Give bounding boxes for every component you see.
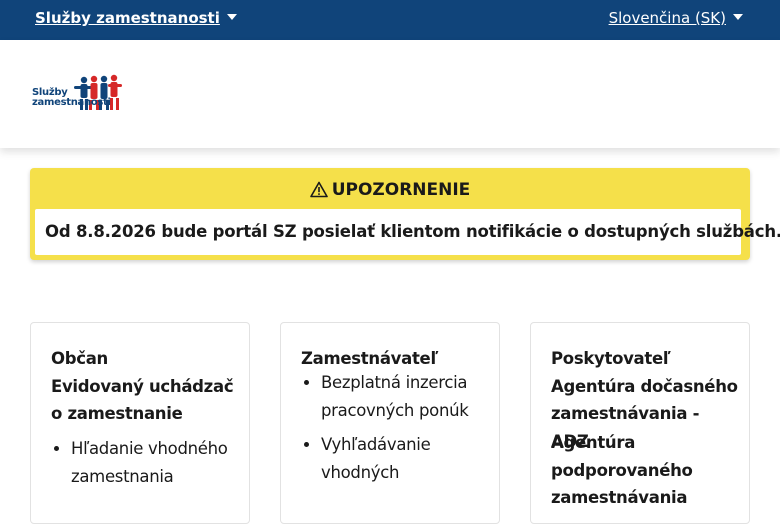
site-logo[interactable]: Služby zamestnanosti: [32, 74, 124, 112]
card-zamestnavatel[interactable]: Zamestnávateľ Bezplatná inzercia pracovn…: [280, 322, 500, 524]
list-item[interactable]: Vyhľadávanie vhodných: [321, 431, 501, 487]
warning-triangle-icon: [309, 181, 328, 198]
card-title-line: Poskytovateľ: [551, 349, 671, 368]
language-dropdown[interactable]: Slovenčina (SK): [609, 9, 743, 27]
chevron-down-icon: [733, 13, 743, 20]
warning-alert: UPOZORNENIE Od 8.8.2026 bude portál SZ p…: [30, 168, 780, 260]
site-header: Služby zamestnanosti: [0, 40, 780, 148]
site-menu-label: Služby zamestnanosti: [35, 9, 220, 27]
list-item[interactable]: Hľadanie vhodného zamestnania: [71, 435, 251, 491]
card-obcan[interactable]: Občan Evidovaný uchádzač o zamestnanie H…: [30, 322, 250, 524]
card-title-line: Evidovaný uchádzač o zamestnanie: [51, 376, 234, 424]
card-title[interactable]: Občan Evidovaný uchádzač o zamestnanie: [51, 345, 241, 428]
logo-text: Služby zamestnanosti: [32, 88, 111, 108]
alert-message-box: Od 8.8.2026 bude portál SZ posielať klie…: [35, 209, 780, 255]
card-list: Hľadanie vhodného zamestnania: [51, 435, 251, 497]
alert-title: UPOZORNENIE: [30, 180, 750, 200]
card-list: Bezplatná inzercia pracovných ponúk Vyhľ…: [301, 369, 501, 493]
chevron-down-icon: [226, 13, 237, 20]
alert-message: Od 8.8.2026 bude portál SZ posielať klie…: [45, 222, 780, 241]
logo-text-line2: zamestnanosti: [32, 97, 111, 108]
card-poskytovatel[interactable]: Poskytovateľ Agentúra dočasného zamestná…: [530, 322, 750, 524]
card-subtitle[interactable]: Agentúra podporovaného zamestnávania: [551, 429, 741, 512]
top-navigation-bar: Služby zamestnanosti Slovenčina (SK): [0, 0, 780, 40]
language-label: Slovenčina (SK): [608, 9, 726, 27]
list-item[interactable]: Bezplatná inzercia pracovných ponúk: [321, 369, 501, 425]
card-title-line: Občan: [51, 349, 108, 368]
site-menu-dropdown[interactable]: Služby zamestnanosti: [35, 9, 237, 27]
alert-title-text: UPOZORNENIE: [331, 180, 471, 200]
